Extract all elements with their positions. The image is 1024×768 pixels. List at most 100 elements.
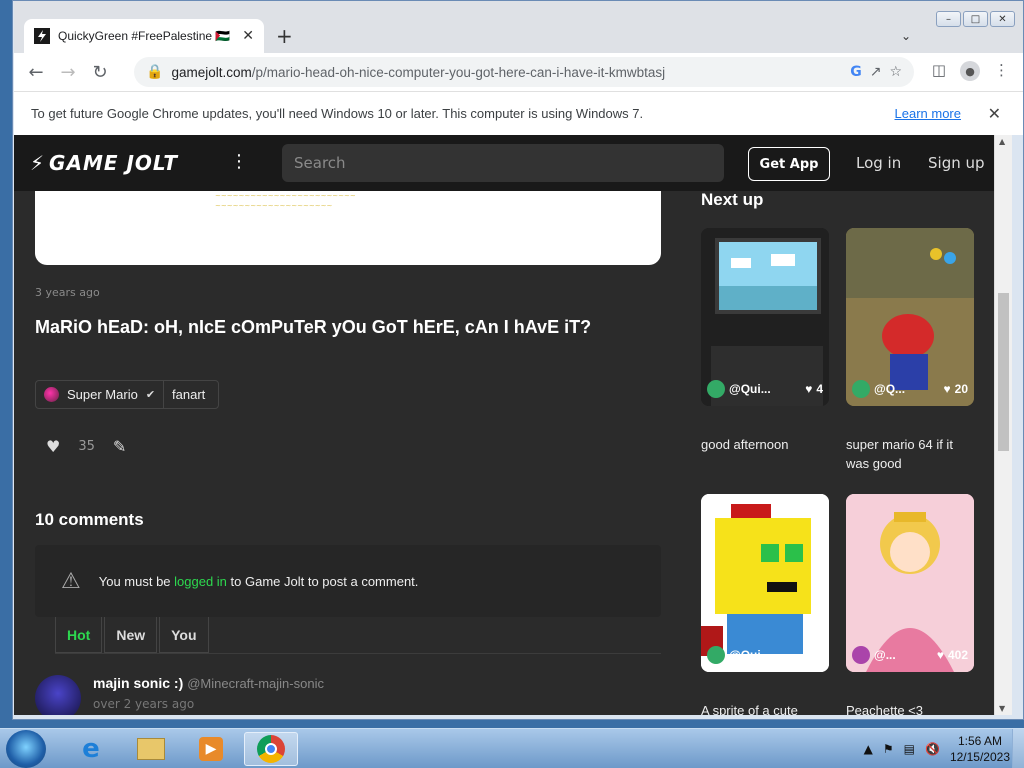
- community-avatar-icon: [44, 387, 59, 402]
- bolt-icon: ⚡: [30, 151, 46, 175]
- profile-avatar-icon[interactable]: ●: [960, 61, 980, 81]
- window-controls: – □ ✕: [936, 11, 1015, 27]
- fanart-tag[interactable]: fanart: [172, 387, 205, 402]
- address-bar[interactable]: 🔒 gamejolt.com/p/mario-head-oh-nice-comp…: [134, 57, 914, 87]
- heart-icon: ♥: [936, 648, 944, 662]
- post-actions: ♥ 35 ✎: [46, 437, 126, 456]
- site-menu-icon[interactable]: ⋮: [230, 151, 248, 172]
- gamejolt-favicon-icon: [34, 28, 50, 44]
- tab-hot[interactable]: Hot: [55, 617, 103, 653]
- post-title: MaRiO hEaD: oH, nIcE cOmPuTeR yOu GoT hE…: [35, 317, 592, 337]
- next-up-heading: Next up: [701, 190, 764, 209]
- bookmark-star-icon[interactable]: ☆: [889, 64, 902, 80]
- tab-close-icon[interactable]: ✕: [242, 28, 254, 44]
- menu-kebab-icon[interactable]: ⋮: [994, 61, 1009, 81]
- comment-time: over 2 years ago: [93, 697, 195, 711]
- tab-strip: QuickyGreen #FreePalestine 🇵🇸 ✕ + ⌄: [14, 1, 1023, 53]
- commenter-name[interactable]: majin sonic :) @Minecraft-majin-sonic: [93, 675, 324, 691]
- tile-caption[interactable]: super mario 64 if it was good: [846, 435, 976, 473]
- side-panel-icon[interactable]: ◫: [932, 61, 946, 81]
- sign-up-link[interactable]: Sign up: [928, 154, 985, 172]
- heart-icon: ♥: [805, 382, 813, 396]
- community-tag[interactable]: Super Mario: [67, 387, 138, 402]
- warning-icon: ⚠: [61, 568, 81, 593]
- user-avatar-icon: [852, 380, 870, 398]
- commenter-avatar[interactable]: [35, 675, 81, 715]
- maximize-button[interactable]: □: [963, 11, 988, 27]
- page-scrollbar[interactable]: ▲ ▼: [994, 135, 1012, 715]
- tab-search-chevron-icon[interactable]: ⌄: [901, 29, 911, 43]
- reload-icon[interactable]: ↻: [84, 62, 116, 83]
- tab-active[interactable]: QuickyGreen #FreePalestine 🇵🇸 ✕: [24, 19, 264, 53]
- tile-meta: @... ♥ 402: [852, 646, 968, 664]
- tile-likes: 402: [947, 648, 968, 662]
- show-desktop-button[interactable]: [1012, 729, 1024, 768]
- tile-user: @...: [874, 648, 896, 662]
- logged-in-link[interactable]: logged in: [174, 574, 227, 589]
- url-path: /p/mario-head-oh-nice-computer-you-got-h…: [251, 64, 666, 80]
- google-translate-icon[interactable]: G: [850, 64, 862, 80]
- log-in-link[interactable]: Log in: [856, 154, 901, 172]
- infobar-close-icon[interactable]: ✕: [988, 104, 1001, 123]
- windows-taskbar: e ▶ ▲ ⚑ ▤ 🔇 1:56 AM 12/15/2023: [0, 728, 1024, 768]
- action-center-icon[interactable]: ⚑: [883, 742, 894, 756]
- infobar-message: To get future Google Chrome updates, you…: [31, 106, 644, 121]
- forward-arrow-icon[interactable]: →: [52, 62, 84, 83]
- tile-user: @Qui...: [729, 648, 771, 662]
- learn-more-link[interactable]: Learn more: [895, 106, 961, 121]
- file-explorer-icon[interactable]: [124, 732, 178, 766]
- toolbar-right: ◫ ● ⋮: [932, 61, 1009, 81]
- url-text[interactable]: gamejolt.com/p/mario-head-oh-nice-comput…: [171, 65, 842, 80]
- user-avatar-icon: [852, 646, 870, 664]
- scrollbar-thumb[interactable]: [998, 293, 1009, 451]
- chrome-taskbar-icon[interactable]: [244, 732, 298, 766]
- login-notice: ⚠ You must be logged in to Game Jolt to …: [35, 545, 661, 617]
- comment-item: majin sonic :) @Minecraft-majin-sonic ove…: [35, 675, 324, 715]
- tab-new[interactable]: New: [104, 617, 158, 653]
- post-tags: Super Mario ✔ fanart: [35, 380, 219, 409]
- user-avatar-icon: [707, 380, 725, 398]
- gamejolt-page: ⚡ GAME JOLT ⋮ Search Get App Log in Sign …: [14, 135, 994, 715]
- tile-likes: 5: [816, 648, 823, 662]
- gamejolt-logo[interactable]: ⚡ GAME JOLT: [30, 151, 178, 175]
- back-arrow-icon[interactable]: ←: [20, 62, 52, 83]
- post-image-card[interactable]: ~~~~~~~~~~~~~~~~~~~~~~~~ ~~~~~~~~~~~~~~~~…: [35, 191, 661, 265]
- lock-icon[interactable]: 🔒: [146, 64, 163, 80]
- update-infobar: To get future Google Chrome updates, you…: [14, 91, 1023, 135]
- get-app-button[interactable]: Get App: [748, 147, 830, 181]
- scroll-up-arrow-icon[interactable]: ▲: [999, 137, 1005, 146]
- tile-likes: 20: [954, 382, 968, 396]
- share-icon[interactable]: ↗: [870, 64, 882, 80]
- next-up-tile[interactable]: @Qui... ♥ 5: [701, 494, 829, 672]
- clock[interactable]: 1:56 AM 12/15/2023: [950, 733, 1010, 765]
- post-image-fragment: ~~~~~~~~~~~~~~~~~~~~~~~~ ~~~~~~~~~~~~~~~~…: [215, 192, 356, 210]
- scroll-down-arrow-icon[interactable]: ▼: [999, 704, 1005, 713]
- like-count[interactable]: 35: [78, 439, 95, 454]
- next-up-tile[interactable]: @Q... ♥ 20: [846, 228, 974, 406]
- heart-icon: ♥: [805, 648, 813, 662]
- new-tab-button[interactable]: +: [276, 25, 293, 47]
- tab-you[interactable]: You: [159, 617, 209, 653]
- volume-muted-icon[interactable]: 🔇: [925, 742, 940, 756]
- tray-chevron-icon[interactable]: ▲: [864, 742, 873, 756]
- close-window-button[interactable]: ✕: [990, 11, 1015, 27]
- comments-heading: 10 comments: [35, 510, 144, 529]
- site-navbar: ⚡ GAME JOLT ⋮ Search Get App Log in Sign …: [14, 135, 994, 191]
- tile-meta: @Qui... ♥ 4: [707, 380, 823, 398]
- minimize-button[interactable]: –: [936, 11, 961, 27]
- system-tray: ▲ ⚑ ▤ 🔇 1:56 AM 12/15/2023: [864, 733, 1010, 765]
- internet-explorer-icon[interactable]: e: [64, 732, 118, 766]
- login-notice-text: You must be logged in to Game Jolt to po…: [98, 573, 419, 589]
- media-player-icon[interactable]: ▶: [184, 732, 238, 766]
- tile-caption[interactable]: A sprite of a cute: [701, 701, 831, 715]
- tile-caption[interactable]: good afternoon: [701, 435, 831, 454]
- start-button[interactable]: [6, 730, 46, 768]
- next-up-tile[interactable]: @... ♥ 402: [846, 494, 974, 672]
- comment-bubble-icon[interactable]: ✎: [113, 437, 126, 456]
- site-search-input[interactable]: Search: [282, 144, 724, 182]
- network-icon[interactable]: ▤: [904, 742, 915, 756]
- tile-caption[interactable]: Peachette <3: [846, 701, 976, 715]
- verified-badge-icon: ✔: [145, 389, 156, 401]
- like-heart-icon[interactable]: ♥: [46, 437, 60, 456]
- next-up-tile[interactable]: @Qui... ♥ 4: [701, 228, 829, 406]
